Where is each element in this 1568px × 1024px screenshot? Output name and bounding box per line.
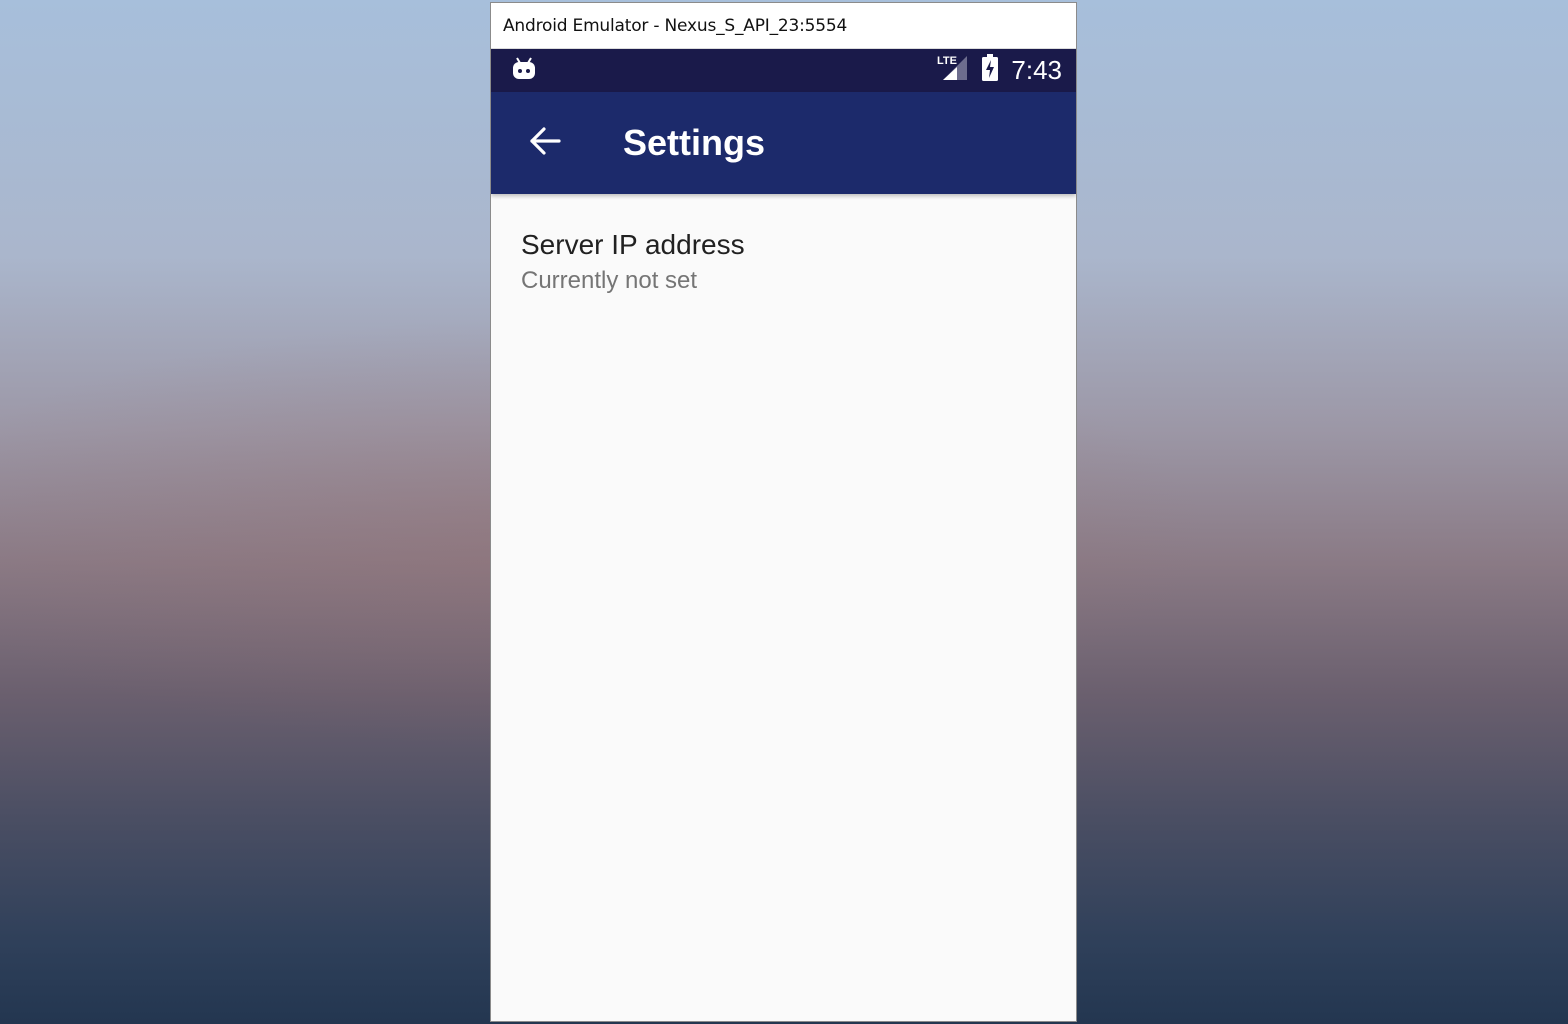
battery-charging-icon bbox=[981, 54, 999, 87]
page-title: Settings bbox=[623, 122, 766, 163]
preference-summary: Currently not set bbox=[521, 267, 698, 294]
preferences-list: Server IP address Currently not set bbox=[491, 194, 1076, 1021]
back-button[interactable] bbox=[525, 123, 565, 163]
preference-title: Server IP address bbox=[521, 229, 745, 260]
window-title: Android Emulator - Nexus_S_API_23:5554 bbox=[503, 15, 848, 36]
app-toolbar: Settings bbox=[491, 92, 1076, 194]
arrow-back-icon bbox=[528, 126, 562, 161]
emulator-window: Android Emulator - Nexus_S_API_23:5554 L… bbox=[490, 2, 1077, 1022]
status-icons: LTE 7:43 bbox=[935, 54, 1062, 87]
window-title-bar[interactable]: Android Emulator - Nexus_S_API_23:5554 bbox=[491, 3, 1076, 49]
svg-text:LTE: LTE bbox=[937, 55, 957, 67]
status-clock: 7:43 bbox=[1011, 55, 1062, 85]
desktop-background: Android Emulator - Nexus_S_API_23:5554 L… bbox=[0, 0, 1568, 1024]
android-status-bar: LTE 7:43 bbox=[491, 49, 1076, 92]
android-notification-icon bbox=[511, 54, 537, 87]
lte-signal-icon: LTE bbox=[935, 54, 969, 87]
server-ip-preference[interactable]: Server IP address Currently not set bbox=[491, 194, 1076, 318]
